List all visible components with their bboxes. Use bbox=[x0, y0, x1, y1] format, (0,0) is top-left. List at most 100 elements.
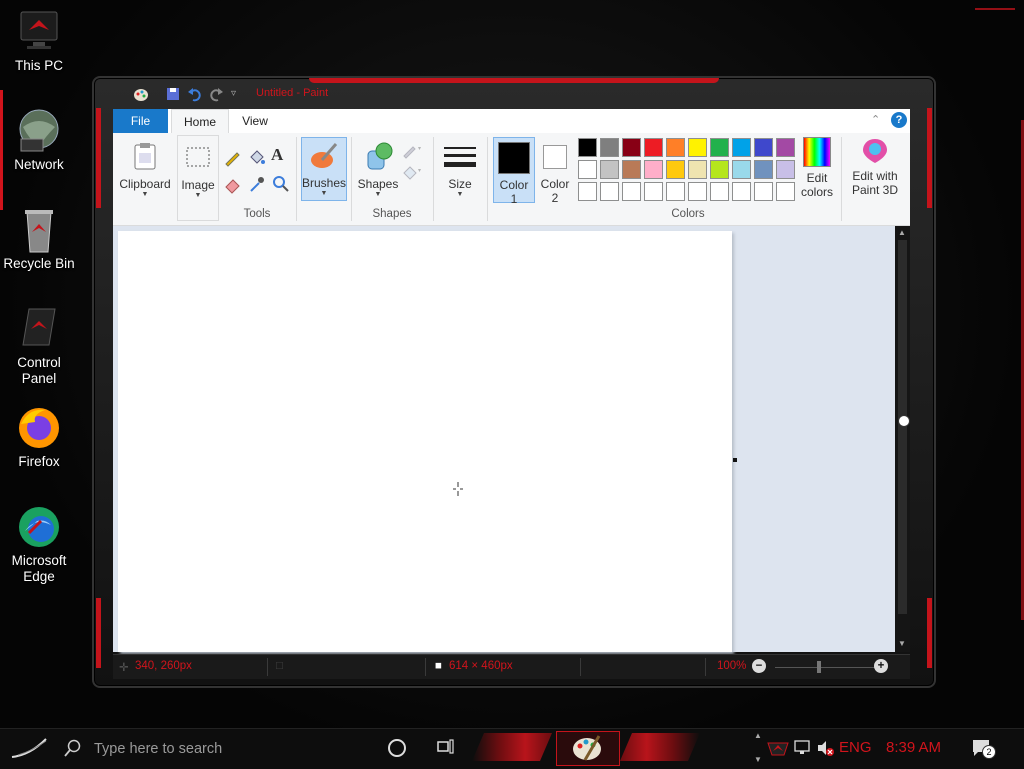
paint3d-line1: Edit with bbox=[852, 169, 898, 183]
taskbar-paint-app[interactable] bbox=[556, 731, 620, 766]
palette-swatch[interactable] bbox=[600, 160, 619, 179]
color-palette bbox=[578, 138, 798, 204]
chevron-down-icon: ▼ bbox=[194, 192, 202, 199]
fill-bucket-icon[interactable] bbox=[247, 147, 267, 167]
group-label-shapes: Shapes bbox=[372, 208, 412, 220]
redo-icon[interactable] bbox=[208, 86, 224, 102]
edit-with-paint3d-button[interactable]: Edit with Paint 3D bbox=[847, 137, 903, 207]
svg-text:▾: ▾ bbox=[418, 168, 421, 174]
palette-swatch[interactable] bbox=[754, 160, 773, 179]
palette-swatch[interactable] bbox=[688, 160, 707, 179]
network-tray-icon[interactable] bbox=[794, 740, 812, 759]
search-icon[interactable] bbox=[64, 739, 82, 757]
customize-quick-access-icon[interactable]: ▿ bbox=[231, 88, 247, 104]
palette-swatch[interactable] bbox=[578, 160, 597, 179]
taskbar-scroll-up-icon[interactable]: ▲ bbox=[754, 731, 762, 740]
undo-icon[interactable] bbox=[187, 86, 203, 102]
palette-swatch[interactable] bbox=[578, 138, 597, 157]
palette-swatch[interactable] bbox=[754, 138, 773, 157]
desktop-icon-this-pc[interactable]: This PC bbox=[0, 8, 78, 74]
desktop-icon-label: This PC bbox=[14, 58, 63, 73]
shapes-button[interactable]: Shapes ▼ bbox=[357, 135, 399, 205]
rog-tray-icon[interactable] bbox=[766, 737, 790, 762]
palette-swatch[interactable] bbox=[732, 138, 751, 157]
palette-swatch[interactable] bbox=[710, 138, 729, 157]
palette-swatch[interactable] bbox=[710, 182, 729, 201]
edit-colors-button[interactable]: Edit colors bbox=[799, 137, 835, 207]
palette-swatch[interactable] bbox=[666, 138, 685, 157]
resize-handle-right[interactable] bbox=[733, 458, 737, 462]
color-picker-icon[interactable] bbox=[247, 174, 267, 194]
taskbar-search-input[interactable]: Type here to search bbox=[94, 741, 222, 757]
palette-swatch[interactable] bbox=[644, 138, 663, 157]
tab-file[interactable]: File bbox=[113, 109, 168, 133]
scrollbar-thumb[interactable] bbox=[898, 240, 907, 614]
palette-swatch[interactable] bbox=[754, 182, 773, 201]
palette-swatch[interactable] bbox=[710, 160, 729, 179]
palette-swatch[interactable] bbox=[600, 182, 619, 201]
help-icon[interactable]: ? bbox=[891, 112, 907, 128]
start-button-icon[interactable] bbox=[10, 735, 50, 761]
palette-swatch[interactable] bbox=[688, 182, 707, 201]
clipboard-button[interactable]: Clipboard ▼ bbox=[117, 135, 173, 219]
zoom-in-icon[interactable]: + bbox=[874, 659, 888, 673]
palette-swatch[interactable] bbox=[600, 138, 619, 157]
desktop-icon-control-panel[interactable]: Control Panel bbox=[0, 305, 78, 387]
taskbar-scroll-down-icon[interactable]: ▼ bbox=[754, 755, 762, 764]
palette-swatch[interactable] bbox=[644, 160, 663, 179]
clock[interactable]: 8:39 AM bbox=[886, 739, 941, 756]
palette-swatch[interactable] bbox=[622, 138, 641, 157]
image-label: Image bbox=[181, 178, 215, 192]
palette-swatch[interactable] bbox=[666, 160, 685, 179]
palette-swatch[interactable] bbox=[732, 160, 751, 179]
color2-button[interactable]: Color 2 bbox=[537, 137, 573, 205]
scroll-up-icon[interactable]: ▲ bbox=[898, 228, 906, 237]
palette-swatch[interactable] bbox=[578, 182, 597, 201]
zoom-slider-track[interactable] bbox=[775, 667, 875, 668]
desktop-icon-label: Control Panel bbox=[17, 355, 61, 386]
volume-muted-icon[interactable] bbox=[817, 740, 835, 759]
chevron-down-icon: ▼ bbox=[374, 191, 382, 198]
eraser-icon[interactable] bbox=[223, 174, 243, 194]
outline-icon[interactable]: ▾ bbox=[401, 141, 421, 161]
action-center-icon[interactable]: 2 bbox=[972, 739, 996, 762]
palette-swatch[interactable] bbox=[776, 182, 795, 201]
palette-swatch[interactable] bbox=[622, 160, 641, 179]
tab-home[interactable]: Home bbox=[171, 109, 229, 134]
drawing-canvas[interactable] bbox=[118, 231, 732, 652]
image-button[interactable]: Image ▼ bbox=[177, 135, 219, 221]
language-indicator[interactable]: ENG bbox=[839, 739, 872, 756]
size-button[interactable]: Size ▼ bbox=[439, 135, 481, 205]
color-spectrum-icon bbox=[803, 137, 831, 167]
brushes-button[interactable]: Brushes ▼ bbox=[301, 137, 347, 201]
color1-button[interactable]: Color 1 bbox=[493, 137, 535, 206]
ribbon: Clipboard ▼ Image ▼ A Tools Brushes ▼ Sh… bbox=[113, 133, 910, 226]
palette-swatch[interactable] bbox=[776, 160, 795, 179]
vertical-scrollbar[interactable]: ▲ ▼ bbox=[895, 226, 910, 652]
paint-app-icon[interactable] bbox=[133, 86, 149, 102]
scroll-down-icon[interactable]: ▼ bbox=[898, 639, 906, 648]
desktop-icon-network[interactable]: Network bbox=[0, 107, 78, 173]
collapse-ribbon-icon[interactable]: ⌃ bbox=[871, 113, 880, 126]
palette-swatch[interactable] bbox=[776, 138, 795, 157]
text-tool-icon[interactable]: A bbox=[271, 145, 291, 165]
shapes-label: Shapes bbox=[357, 177, 399, 191]
cortana-icon[interactable] bbox=[388, 739, 406, 757]
palette-swatch[interactable] bbox=[622, 182, 641, 201]
zoom-out-icon[interactable]: − bbox=[752, 659, 766, 673]
save-icon[interactable] bbox=[165, 86, 181, 102]
desktop-icon-recycle-bin[interactable]: Recycle Bin bbox=[0, 206, 78, 272]
desktop-icon-firefox[interactable]: Firefox bbox=[0, 404, 78, 470]
pencil-icon[interactable] bbox=[223, 147, 243, 167]
palette-swatch[interactable] bbox=[688, 138, 707, 157]
tab-view[interactable]: View bbox=[231, 109, 279, 133]
zoom-slider-thumb[interactable] bbox=[817, 661, 821, 673]
magnifier-icon[interactable] bbox=[271, 174, 291, 194]
desktop-icon-microsoft-edge[interactable]: Microsoft Edge bbox=[0, 503, 78, 585]
palette-swatch[interactable] bbox=[732, 182, 751, 201]
color1-swatch bbox=[498, 142, 530, 174]
palette-swatch[interactable] bbox=[644, 182, 663, 201]
task-view-icon[interactable] bbox=[437, 739, 455, 758]
palette-swatch[interactable] bbox=[666, 182, 685, 201]
fill-icon[interactable]: ▾ bbox=[401, 163, 421, 183]
